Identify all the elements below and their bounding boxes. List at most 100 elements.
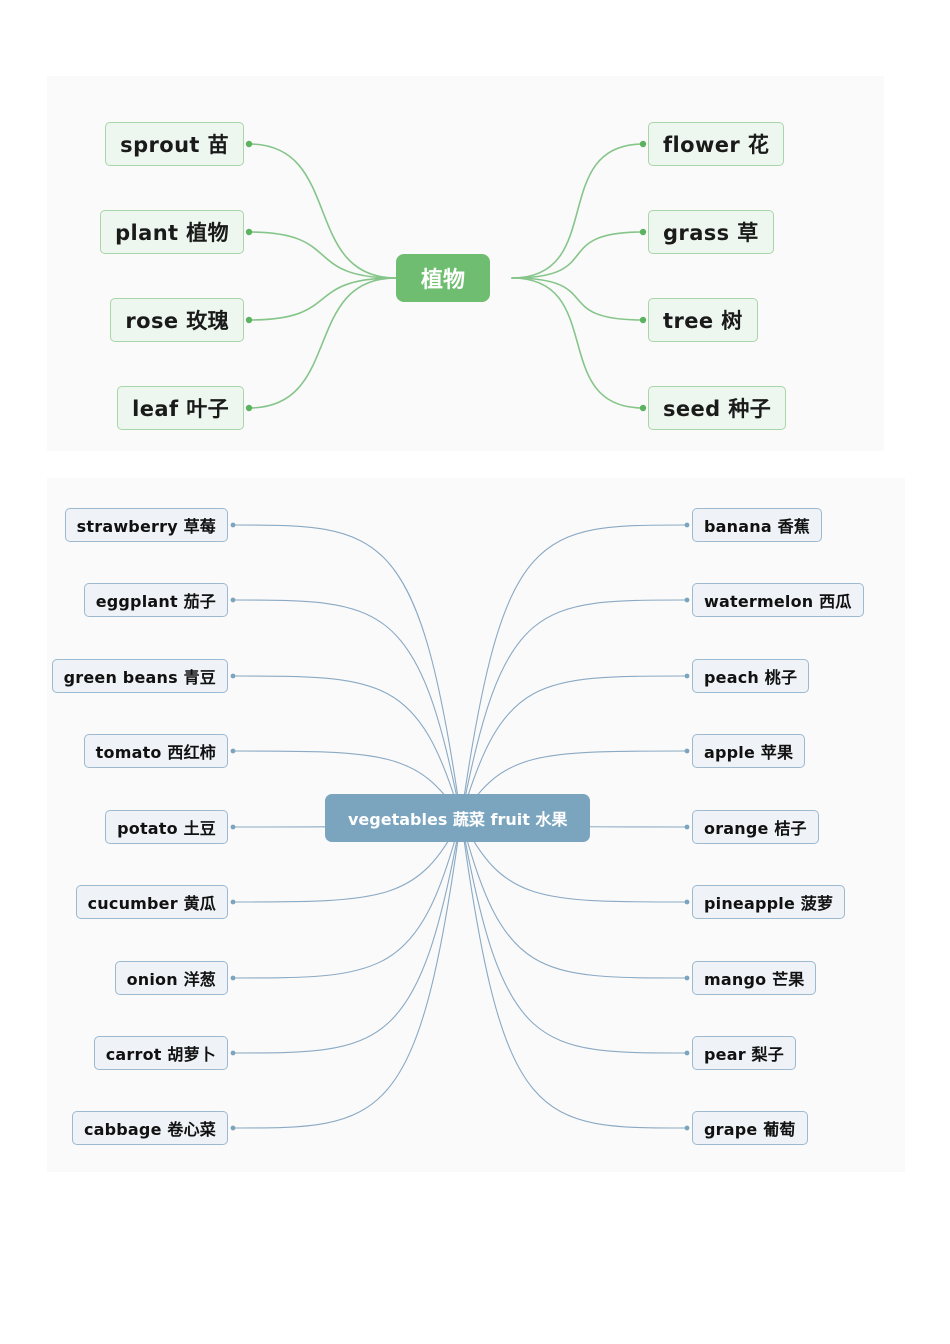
connector-dot: [684, 522, 690, 528]
food-node-potato-label: potato 土豆: [117, 819, 216, 838]
plants-node-tree-label: tree 树: [663, 309, 743, 333]
connector-line: [248, 277, 397, 321]
plants-node-sprout-label: sprout 苗: [120, 133, 229, 157]
connector-dot: [245, 316, 253, 324]
connector-line: [232, 817, 462, 979]
plants-node-tree[interactable]: tree 树: [648, 298, 758, 342]
food-node-carrot-label: carrot 胡萝卜: [105, 1045, 216, 1064]
connector-line: [248, 277, 397, 409]
plants-node-plant[interactable]: plant 植物: [100, 210, 244, 254]
food-node-apple[interactable]: apple 苹果: [692, 734, 806, 768]
connector-dot: [245, 140, 253, 148]
connector-dot: [245, 404, 253, 412]
connector-dot: [230, 673, 236, 679]
food-node-eggplant[interactable]: eggplant 茄子: [83, 583, 228, 617]
food-node-watermelon[interactable]: watermelon 西瓜: [692, 583, 864, 617]
connector-dot: [245, 228, 253, 236]
plants-node-seed-label: seed 种子: [663, 397, 772, 421]
plants-center-label: 植物: [421, 268, 466, 293]
plants-mindmap-panel: sprout 苗 plant 植物 rose 玫瑰 leaf 叶子 植物 flo…: [47, 76, 884, 451]
connector-dot: [230, 975, 236, 981]
connector-dot: [639, 140, 647, 148]
connector-dot: [230, 1050, 236, 1056]
plants-node-rose-label: rose 玫瑰: [125, 309, 229, 333]
food-node-peach[interactable]: peach 桃子: [692, 659, 810, 693]
food-node-pineapple-label: pineapple 菠萝: [704, 894, 834, 913]
connector-dot: [639, 404, 647, 412]
connector-dot: [230, 1125, 236, 1131]
food-node-mango[interactable]: mango 芒果: [692, 961, 817, 995]
connector-dot: [684, 824, 690, 830]
plants-node-seed[interactable]: seed 种子: [648, 386, 787, 430]
connector-dot: [230, 597, 236, 603]
plants-node-leaf-label: leaf 叶子: [132, 397, 229, 421]
plants-node-flower-label: flower 花: [663, 133, 770, 157]
food-center-label: vegetables 蔬菜 fruit 水果: [348, 810, 568, 829]
food-mindmap-panel: strawberry 草莓 eggplant 茄子 green beans 青豆…: [47, 478, 905, 1172]
plants-node-plant-label: plant 植物: [115, 221, 229, 245]
food-node-apple-label: apple 苹果: [704, 743, 794, 762]
food-node-carrot[interactable]: carrot 胡萝卜: [93, 1036, 228, 1070]
connector-line: [511, 143, 644, 279]
plants-node-grass-label: grass 草: [663, 221, 759, 245]
food-node-eggplant-label: eggplant 茄子: [95, 592, 216, 611]
connector-line: [248, 231, 397, 279]
food-node-cucumber[interactable]: cucumber 黄瓜: [75, 885, 228, 919]
food-node-green-beans[interactable]: green beans 青豆: [51, 659, 228, 693]
connector-line: [511, 277, 644, 321]
food-node-mango-label: mango 芒果: [704, 970, 805, 989]
connector-dot: [684, 597, 690, 603]
connector-line: [232, 817, 462, 1054]
food-node-grape-label: grape 葡萄: [704, 1120, 796, 1139]
connector-line: [511, 277, 644, 409]
connector-line: [232, 599, 462, 819]
connector-dot: [684, 673, 690, 679]
food-node-banana[interactable]: banana 香蕉: [692, 508, 822, 542]
connector-dot: [230, 522, 236, 528]
connector-line: [248, 143, 397, 279]
food-node-tomato[interactable]: tomato 西红柿: [83, 734, 228, 768]
food-node-onion[interactable]: onion 洋葱: [114, 961, 228, 995]
food-node-strawberry[interactable]: strawberry 草莓: [64, 508, 228, 542]
food-node-tomato-label: tomato 西红柿: [95, 743, 216, 762]
plants-node-flower[interactable]: flower 花: [648, 122, 785, 166]
connector-dot: [684, 975, 690, 981]
connector-line: [460, 817, 688, 979]
plants-node-leaf[interactable]: leaf 叶子: [117, 386, 244, 430]
mindmap-page: sprout 苗 plant 植物 rose 玫瑰 leaf 叶子 植物 flo…: [0, 0, 950, 1344]
food-node-grape[interactable]: grape 葡萄: [692, 1111, 808, 1145]
food-center-node[interactable]: vegetables 蔬菜 fruit 水果: [325, 794, 591, 842]
connector-line: [460, 817, 688, 1054]
food-node-orange[interactable]: orange 桔子: [692, 810, 819, 844]
food-node-watermelon-label: watermelon 西瓜: [704, 592, 852, 611]
connector-line: [511, 231, 644, 279]
connector-line: [460, 524, 688, 819]
connector-dot: [684, 1125, 690, 1131]
connector-dot: [230, 899, 236, 905]
food-node-green-beans-label: green beans 青豆: [63, 668, 216, 687]
plants-node-sprout[interactable]: sprout 苗: [105, 122, 244, 166]
food-node-potato[interactable]: potato 土豆: [105, 810, 228, 844]
food-node-cucumber-label: cucumber 黄瓜: [87, 894, 216, 913]
connector-dot: [684, 748, 690, 754]
plants-node-rose[interactable]: rose 玫瑰: [110, 298, 244, 342]
connector-line: [460, 599, 688, 819]
connector-dot: [639, 316, 647, 324]
food-node-onion-label: onion 洋葱: [126, 970, 216, 989]
food-node-pear-label: pear 梨子: [704, 1045, 784, 1064]
connector-dot: [230, 824, 236, 830]
food-node-cabbage[interactable]: cabbage 卷心菜: [71, 1111, 228, 1145]
food-node-cabbage-label: cabbage 卷心菜: [83, 1120, 216, 1139]
food-node-strawberry-label: strawberry 草莓: [76, 517, 216, 536]
plants-node-grass[interactable]: grass 草: [648, 210, 774, 254]
food-node-pear[interactable]: pear 梨子: [692, 1036, 796, 1070]
food-node-pineapple[interactable]: pineapple 菠萝: [692, 885, 846, 919]
connector-line: [232, 524, 462, 819]
connector-dot: [639, 228, 647, 236]
plants-center-node[interactable]: 植物: [396, 254, 491, 302]
connector-dot: [684, 1050, 690, 1056]
food-node-peach-label: peach 桃子: [704, 668, 798, 687]
food-node-banana-label: banana 香蕉: [704, 517, 810, 536]
connector-dot: [230, 748, 236, 754]
connector-dot: [684, 899, 690, 905]
